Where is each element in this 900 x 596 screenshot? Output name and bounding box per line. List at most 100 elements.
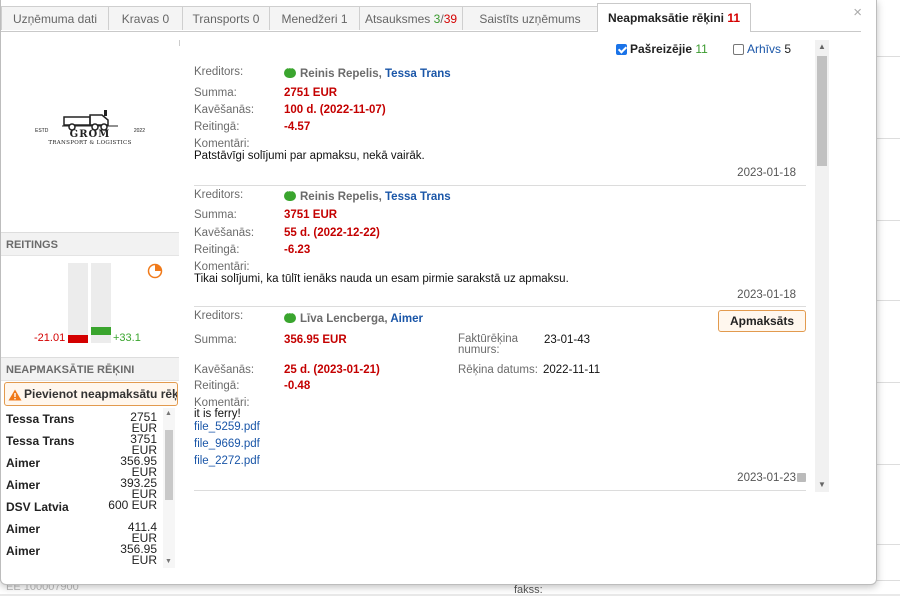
filter-archive[interactable]: Arhīvs 5: [733, 42, 791, 56]
tab-unpaid-invoices[interactable]: Neapmaksātie rēķini 11: [597, 3, 751, 32]
mark-paid-button[interactable]: Apmaksāts: [718, 310, 806, 332]
creditor-label: Kreditors:: [194, 66, 244, 78]
rating-negative-value: -21.01: [34, 332, 66, 344]
logo-area: ESTD 2022 GROM TRANSPORT & LOGISTICS: [1, 32, 179, 232]
panel-divider: [179, 40, 180, 46]
tab-transport[interactable]: Transports 0: [182, 6, 270, 30]
creditor-company-link[interactable]: Aimer: [390, 313, 423, 325]
list-item[interactable]: DSV Latvia 600 EUR: [1, 496, 163, 518]
debt-record: Kreditors: Līva Lencberga, Aimer Apmaksā…: [194, 306, 806, 491]
main-scrollbar[interactable]: ▲ ▼: [815, 40, 829, 492]
scroll-up-icon[interactable]: ▲: [818, 42, 826, 51]
list-item[interactable]: Tessa Trans 3751 EUR: [1, 430, 163, 456]
creditor-value: Reinis Repelis, Tessa Trans: [284, 186, 451, 203]
attachment-link[interactable]: file_9669.pdf: [194, 438, 260, 450]
delay-label: Kavēšanās:: [194, 104, 255, 116]
creditor-company-link[interactable]: Tessa Trans: [385, 191, 451, 203]
comment-text: Patstāvīgi solījumi par apmaksu, nekā va…: [194, 150, 425, 162]
rating-value: -6.23: [284, 244, 311, 256]
tab-label: Kravas: [121, 12, 160, 26]
creditor-value: Līva Lencberga, Aimer: [284, 308, 423, 325]
tab-company-data[interactable]: Uzņēmuma dati: [1, 6, 109, 30]
list-item[interactable]: Aimer 356.95 EUR: [1, 452, 163, 478]
rating-bar-negative: [68, 335, 88, 343]
list-item[interactable]: Aimer 356.95 EUR: [1, 540, 163, 566]
record-date-row: 2023-01-23: [737, 472, 806, 484]
list-item[interactable]: Aimer 393.25 EUR: [1, 474, 163, 500]
rating-bar-positive: [91, 327, 111, 335]
unpaid-list-scrollbar[interactable]: ▲ ▼: [163, 408, 175, 568]
comment-text: Tikai solījumi, ka tūlīt ienāks nauda un…: [194, 273, 569, 285]
filter-archive-count: 5: [784, 42, 792, 56]
chat-status-icon[interactable]: [284, 186, 296, 201]
creditor-person: Līva Lencberga: [300, 313, 385, 325]
creditor-label: Kreditors:: [194, 310, 244, 322]
filter-current[interactable]: Pašreizējie 11: [616, 42, 708, 56]
scroll-down-icon[interactable]: ▼: [165, 558, 172, 565]
rating-value: -4.57: [284, 121, 311, 133]
tab-related-company[interactable]: Saistīts uzņēmums: [462, 6, 598, 30]
rating-label: Reitingā:: [194, 121, 240, 133]
rating-bar-negative-track: [68, 263, 88, 343]
scroll-down-icon[interactable]: ▼: [818, 480, 826, 489]
sum-label: Summa:: [194, 87, 237, 99]
comments-label: Komentāri:: [194, 138, 250, 150]
list-item-company: Aimer: [6, 544, 41, 558]
company-dialog: × Uzņēmuma dati Kravas 0 Transports 0 Me…: [0, 0, 877, 585]
tab-cargo[interactable]: Kravas 0: [108, 6, 183, 30]
rating-positive-value: +33.1: [113, 332, 141, 344]
tab-count: 0: [252, 12, 260, 26]
list-item[interactable]: Tessa Trans 2751 EUR: [1, 408, 163, 434]
scroll-up-icon[interactable]: ▲: [165, 410, 172, 417]
invoice-number-value: 23-01-43: [544, 334, 591, 346]
unpaid-invoice-list: Tessa Trans 2751 EUR Tessa Trans 3751 EUR …: [1, 408, 163, 568]
list-item-amount: 600 EUR: [108, 498, 157, 512]
rating-label: Reitingā:: [194, 380, 240, 392]
creditor-value: Reinis Repelis, Tessa Trans: [284, 63, 451, 80]
delay-value: 100 d. (2022-11-07): [284, 104, 386, 116]
delay-label: Kavēšanās:: [194, 227, 255, 239]
tab-count-negative: 39: [443, 12, 458, 26]
chat-status-icon[interactable]: [284, 308, 296, 323]
background-divider: [876, 464, 900, 465]
background-fax-label: fakss:: [514, 584, 543, 596]
edit-icon[interactable]: [797, 473, 806, 482]
sum-label: Summa:: [194, 334, 237, 346]
invoice-date-value: 2022-11-11: [543, 364, 601, 376]
chat-status-icon[interactable]: [284, 63, 296, 78]
tab-managers[interactable]: Menedžeri 1: [269, 6, 360, 30]
rating-header: REITINGS: [1, 232, 179, 256]
checkbox-unchecked-icon[interactable]: [733, 44, 744, 55]
background-divider: [876, 544, 900, 545]
tab-count: 0: [162, 12, 170, 26]
add-unpaid-invoice-button[interactable]: Pievienot neapmaksātu rēķinu: [4, 382, 178, 406]
attachment-link[interactable]: file_2272.pdf: [194, 455, 260, 467]
list-item-company: Tessa Trans: [6, 434, 75, 448]
creditor-company-link[interactable]: Tessa Trans: [385, 68, 451, 80]
scrollbar-thumb[interactable]: [165, 430, 173, 500]
delay-value: 25 d. (2023-01-21): [284, 364, 380, 376]
record-date: 2023-01-18: [737, 289, 796, 301]
tab-label: Transports: [192, 12, 250, 26]
record-date: 2023-01-18: [737, 167, 796, 179]
clock-icon: [147, 263, 163, 279]
delay-value: 55 d. (2022-12-22): [284, 227, 380, 239]
checkbox-checked-icon[interactable]: [616, 44, 627, 55]
unpaid-invoices-panel: Pašreizējie 11 Arhīvs 5 Kreditors: Reini…: [184, 32, 831, 584]
logo-year: 2022: [133, 128, 145, 134]
sum-label: Summa:: [194, 209, 237, 221]
tab-label: Uzņēmuma dati: [12, 12, 98, 26]
scrollbar-thumb[interactable]: [817, 56, 827, 166]
tab-label: Atsauksmes: [364, 12, 431, 26]
tab-count: 1: [340, 12, 348, 26]
rating-label: Reitingā:: [194, 244, 240, 256]
tab-reviews[interactable]: Atsauksmes 3/39: [359, 6, 463, 30]
debt-record: Kreditors: Reinis Repelis, Tessa Trans S…: [194, 185, 806, 307]
list-item-company: DSV Latvia: [6, 500, 69, 514]
list-item[interactable]: Aimer 411.4 EUR: [1, 518, 163, 544]
filter-current-label: Pašreizējie: [630, 42, 693, 56]
rating-chart: -21.01 +33.1: [1, 263, 179, 358]
debt-record: Kreditors: Reinis Repelis, Tessa Trans S…: [194, 62, 806, 186]
attachment-link[interactable]: file_5259.pdf: [194, 421, 260, 433]
sum-value: 2751 EUR: [284, 87, 338, 99]
